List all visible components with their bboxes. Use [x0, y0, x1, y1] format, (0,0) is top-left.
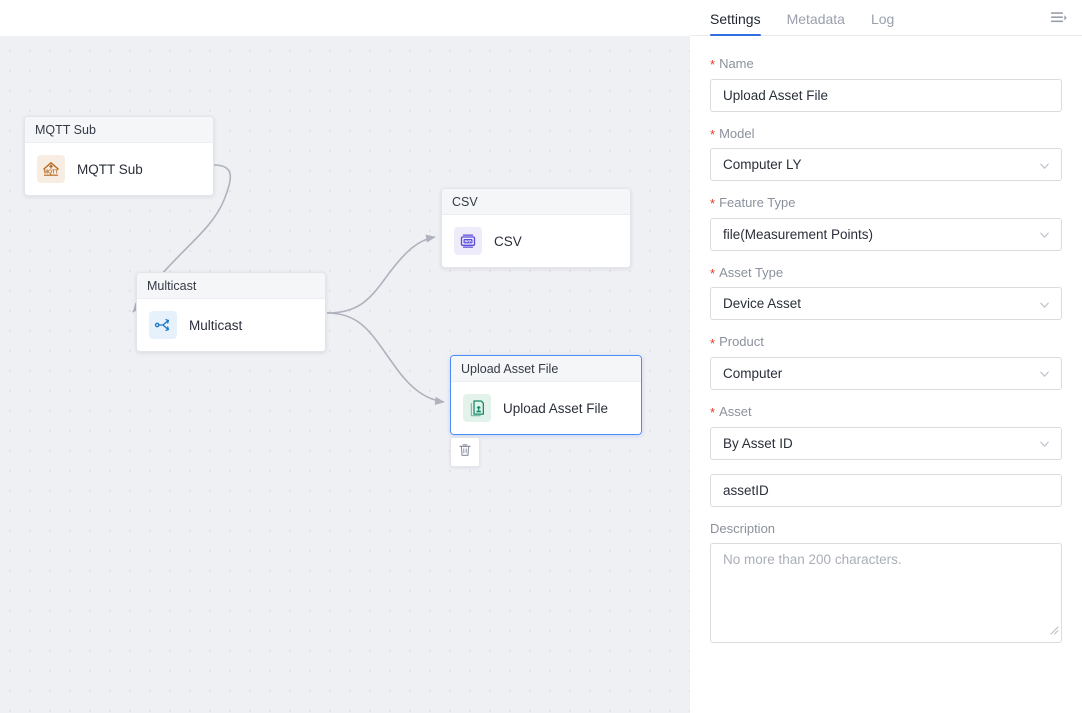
field-asset-type: * Asset Type Device Asset — [710, 265, 1062, 321]
node-body: Upload Asset File — [451, 382, 641, 434]
field-label-description: Description — [710, 521, 1062, 537]
asset-select[interactable]: By Asset ID — [710, 427, 1062, 460]
node-header-title: Upload Asset File — [451, 356, 641, 382]
flow-node-upload-asset-file[interactable]: Upload Asset File Upload Asset File — [450, 355, 642, 435]
canvas-top-strip — [0, 0, 690, 36]
field-description: Description No more than 200 characters. — [710, 521, 1062, 644]
label-text: Description — [710, 521, 775, 537]
label-text: Asset Type — [719, 265, 783, 281]
node-header-title: CSV — [442, 189, 630, 215]
field-label-name: * Name — [710, 56, 1062, 72]
name-input[interactable]: Upload Asset File — [710, 79, 1062, 112]
field-label-asset: * Asset — [710, 404, 1062, 420]
field-label-product: * Product — [710, 334, 1062, 350]
node-header-title: MQTT Sub — [25, 117, 213, 143]
field-asset-id: assetID — [710, 474, 1062, 507]
tab-settings[interactable]: Settings — [710, 12, 761, 35]
csv-icon: CSV — [454, 227, 482, 255]
required-marker: * — [710, 58, 715, 71]
required-marker: * — [710, 267, 715, 280]
field-product: * Product Computer — [710, 334, 1062, 390]
flow-node-mqtt-sub[interactable]: MQTT Sub MQTT MQTT Sub — [24, 116, 214, 196]
field-label-feature-type: * Feature Type — [710, 195, 1062, 211]
node-label: Upload Asset File — [503, 401, 608, 416]
asset-id-input[interactable]: assetID — [710, 474, 1062, 507]
description-textarea[interactable]: No more than 200 characters. — [710, 543, 1062, 643]
label-text: Asset — [719, 404, 752, 420]
asset-type-select-value: Device Asset — [723, 296, 801, 311]
upload-file-icon — [463, 394, 491, 422]
field-label-asset-type: * Asset Type — [710, 265, 1062, 281]
tab-metadata[interactable]: Metadata — [787, 12, 845, 35]
flow-node-multicast[interactable]: Multicast Multicast — [136, 272, 326, 352]
label-text: Name — [719, 56, 754, 72]
tab-log[interactable]: Log — [871, 12, 894, 35]
flow-node-csv[interactable]: CSV CSV CSV — [441, 188, 631, 268]
node-label: MQTT Sub — [77, 162, 143, 177]
required-marker: * — [710, 406, 715, 419]
label-text: Feature Type — [719, 195, 795, 211]
chevron-down-icon — [1039, 229, 1050, 240]
field-feature-type: * Feature Type file(Measurement Points) — [710, 195, 1062, 251]
chevron-down-icon — [1039, 368, 1050, 379]
label-text: Product — [719, 334, 764, 350]
flow-editor-page: MQTT Sub MQTT MQTT Sub Multicast — [0, 0, 1082, 713]
node-label: CSV — [494, 234, 522, 249]
asset-select-value: By Asset ID — [723, 436, 793, 451]
required-marker: * — [710, 337, 715, 350]
node-body: CSV CSV — [442, 215, 630, 267]
feature-type-select[interactable]: file(Measurement Points) — [710, 218, 1062, 251]
field-label-model: * Model — [710, 126, 1062, 142]
node-header-title: Multicast — [137, 273, 325, 299]
model-select[interactable]: Computer LY — [710, 148, 1062, 181]
panel-collapse-icon[interactable] — [1046, 5, 1072, 31]
field-model: * Model Computer LY — [710, 126, 1062, 182]
asset-type-select[interactable]: Device Asset — [710, 287, 1062, 320]
chevron-down-icon — [1039, 438, 1050, 449]
label-text: Model — [719, 126, 754, 142]
delete-node-button[interactable] — [450, 437, 480, 467]
node-body: MQTT MQTT Sub — [25, 143, 213, 195]
node-body: Multicast — [137, 299, 325, 351]
field-name: * Name Upload Asset File — [710, 56, 1062, 112]
multicast-icon — [149, 311, 177, 339]
trash-icon — [457, 442, 473, 463]
flow-canvas-area[interactable]: MQTT Sub MQTT MQTT Sub Multicast — [0, 0, 690, 713]
svg-text:CSV: CSV — [464, 239, 472, 243]
chevron-down-icon — [1039, 159, 1050, 170]
chevron-down-icon — [1039, 298, 1050, 309]
settings-panel: Settings Metadata Log * Name Upload Asse… — [690, 0, 1082, 713]
node-settings-form: * Name Upload Asset File * Model Compute… — [690, 36, 1082, 713]
mqtt-icon: MQTT — [37, 155, 65, 183]
panel-tab-bar: Settings Metadata Log — [690, 0, 1082, 36]
node-label: Multicast — [189, 318, 242, 333]
product-select-value: Computer — [723, 366, 782, 381]
feature-type-select-value: file(Measurement Points) — [723, 227, 873, 242]
product-select[interactable]: Computer — [710, 357, 1062, 390]
model-select-value: Computer LY — [723, 157, 802, 172]
required-marker: * — [710, 128, 715, 141]
required-marker: * — [710, 197, 715, 210]
field-asset: * Asset By Asset ID — [710, 404, 1062, 460]
